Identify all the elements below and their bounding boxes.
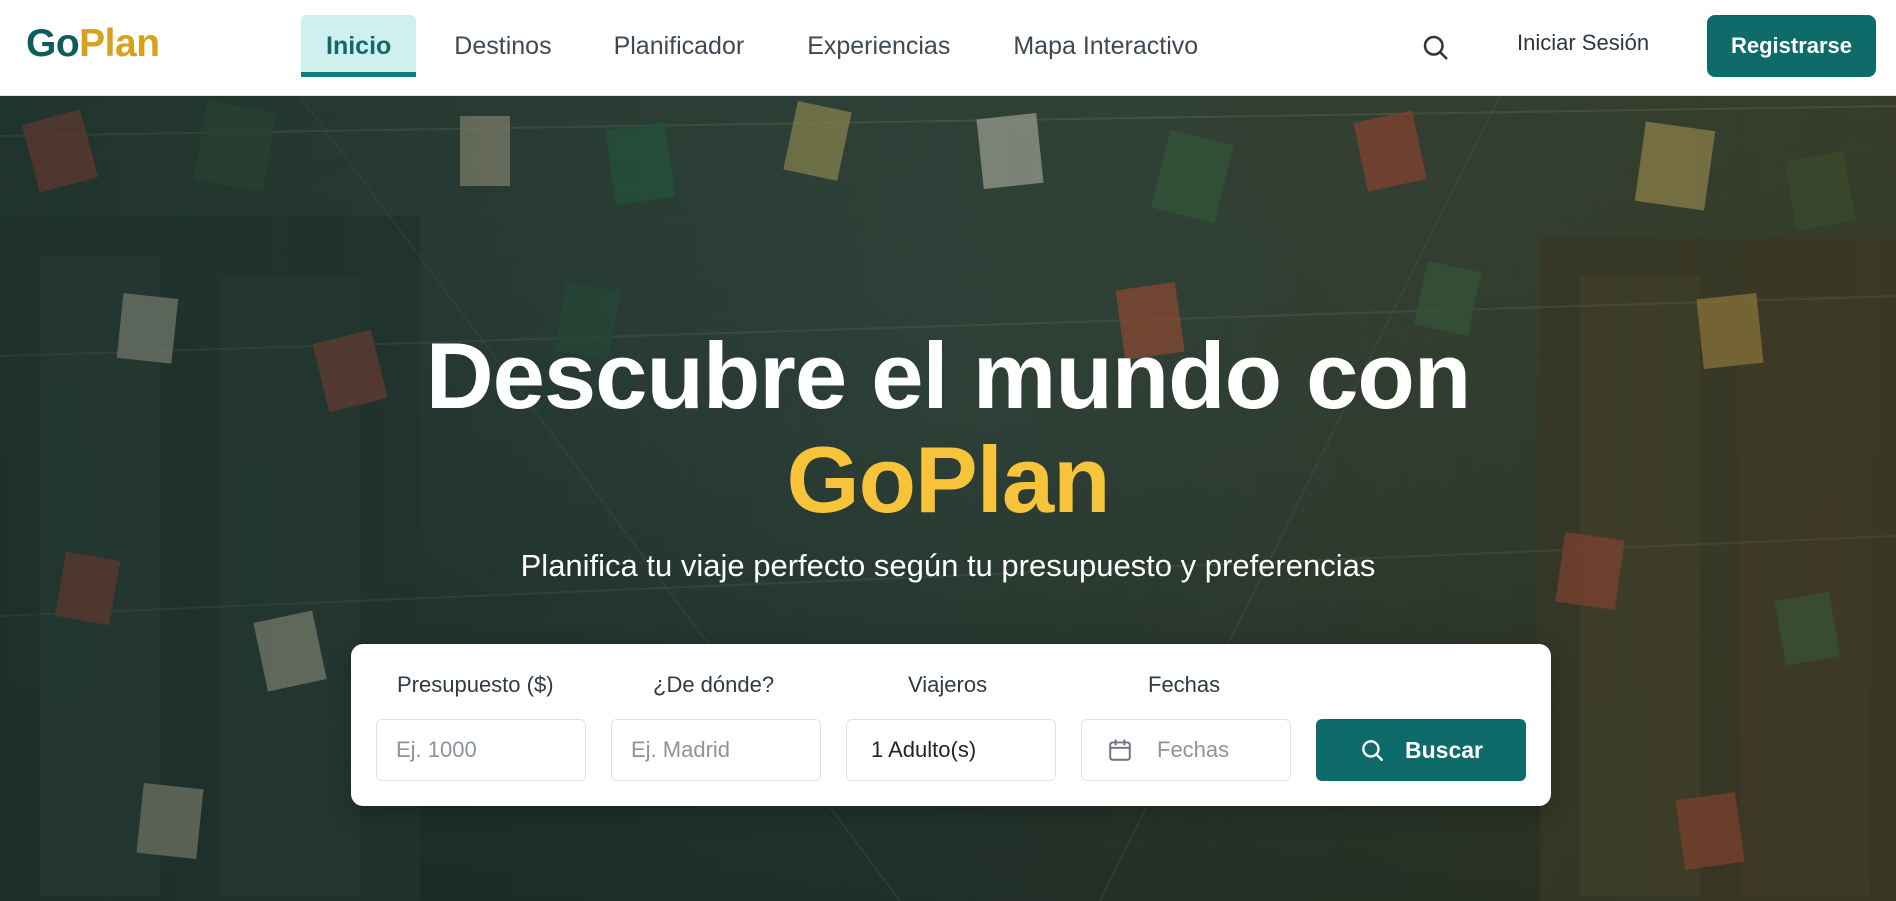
trip-search-card: Presupuesto ($) ¿De dónde? Viajeros Fech… — [351, 644, 1551, 806]
hero-subtitle: Planifica tu viaje perfecto según tu pre… — [520, 548, 1376, 583]
search-icon[interactable] — [1420, 32, 1450, 62]
budget-input[interactable]: Ej. 1000 — [376, 719, 586, 781]
logo-plan: Plan — [79, 22, 160, 65]
origin-input[interactable]: Ej. Madrid — [611, 719, 821, 781]
hero-title: Descubre el mundo con GoPlan — [0, 324, 1896, 532]
search-submit-label: Buscar — [1405, 736, 1483, 763]
login-link[interactable]: Iniciar Sesión — [1517, 30, 1649, 56]
hero-section: Descubre el mundo con GoPlan Planifica t… — [0, 96, 1896, 901]
travelers-label: Viajeros — [908, 672, 988, 697]
dates-placeholder: Fechas — [1157, 737, 1230, 762]
travelers-select[interactable]: 1 Adulto(s) — [846, 719, 1056, 781]
dates-label: Fechas — [1148, 672, 1221, 697]
top-navbar: GoPlan Inicio Destinos Planificador Expe… — [0, 0, 1896, 96]
main-nav: Inicio Destinos Planificador Experiencia… — [301, 15, 1223, 77]
nav-item-inicio[interactable]: Inicio — [301, 15, 417, 77]
goplan-logo[interactable]: GoPlan — [26, 22, 160, 66]
origin-label: ¿De dónde? — [653, 672, 775, 697]
register-button[interactable]: Registrarse — [1707, 15, 1876, 77]
logo-go: Go — [26, 22, 80, 65]
nav-item-experiencias[interactable]: Experiencias — [782, 15, 975, 77]
nav-item-planificador[interactable]: Planificador — [589, 15, 770, 77]
nav-item-destinos[interactable]: Destinos — [429, 15, 576, 77]
dates-input[interactable]: Fechas — [1081, 719, 1291, 781]
hero-title-line1: Descubre el mundo con — [425, 323, 1472, 428]
search-submit-button[interactable]: Buscar — [1316, 719, 1526, 781]
search-icon — [1362, 740, 1383, 761]
nav-item-mapa-interactivo[interactable]: Mapa Interactivo — [988, 15, 1223, 77]
hero-title-accent: GoPlan — [786, 427, 1110, 532]
calendar-icon — [1109, 739, 1131, 761]
budget-label: Presupuesto ($) — [397, 672, 554, 697]
